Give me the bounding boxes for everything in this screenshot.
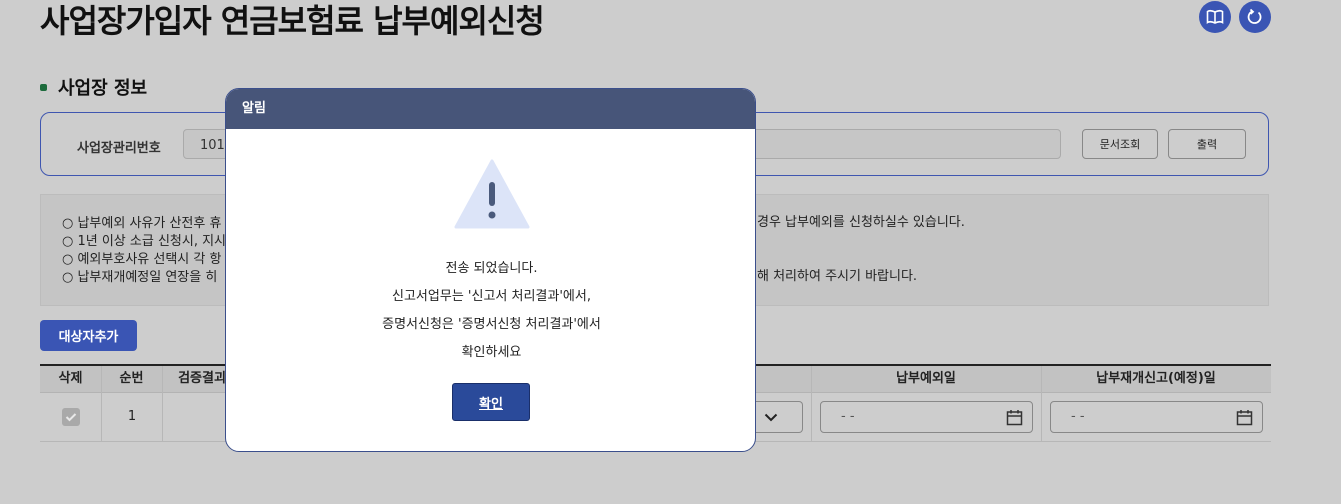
notice-line-tail: [757, 250, 965, 268]
resume-date-input[interactable]: - -: [1050, 401, 1263, 433]
col-delete: 삭제: [58, 371, 83, 386]
dialog-message-line: 전송 되었습니다.: [445, 261, 538, 276]
confirm-button[interactable]: 확인: [452, 383, 530, 421]
refresh-icon: [1247, 8, 1262, 24]
dialog-message-line: 증명서신청은 '증명서신청 처리결과'에서: [382, 317, 601, 332]
business-number-label: 사업장관리번호: [77, 141, 161, 156]
notice-line-tail: [757, 232, 965, 250]
manual-button[interactable]: [1199, 1, 1231, 33]
refresh-button[interactable]: [1239, 1, 1271, 33]
col-divider: [811, 366, 812, 441]
notice-line-tail: 해 처리하여 주시기 바랍니다.: [757, 269, 918, 284]
resume-date-value: - -: [1071, 409, 1085, 424]
section-bullet: [40, 83, 47, 91]
add-target-button[interactable]: 대상자추가: [40, 320, 137, 351]
calendar-icon[interactable]: [1006, 409, 1023, 426]
chevron-down-icon: [764, 413, 778, 421]
notice-line-tail: 경우 납부예외를 신청하실수 있습니다.: [757, 215, 965, 230]
warning-icon: [454, 159, 530, 229]
col-resume-date: 납부재개신고(예정)일: [1096, 371, 1216, 386]
print-button[interactable]: 출력: [1168, 129, 1246, 159]
section-header: 사업장 정보: [40, 74, 147, 100]
page-title: 사업장가입자 연금보험료 납부예외신청: [40, 2, 545, 40]
dialog-title: 알림: [226, 89, 755, 129]
exempt-date-value: - -: [841, 409, 855, 424]
col-number: 순번: [119, 371, 144, 386]
dialog-message-line: 신고서업무는 '신고서 처리결과'에서,: [392, 289, 591, 304]
check-icon: [65, 413, 77, 422]
dialog-message-line: 확인하세요: [461, 345, 522, 360]
doc-lookup-button[interactable]: 문서조회: [1082, 129, 1158, 159]
calendar-icon[interactable]: [1236, 409, 1253, 426]
col-divider: [162, 366, 163, 441]
col-divider: [101, 366, 102, 441]
col-exempt-date: 납부예외일: [896, 371, 956, 386]
exempt-date-input[interactable]: - -: [820, 401, 1033, 433]
alert-dialog: 알림 전송 되었습니다. 신고서업무는 '신고서 처리결과'에서, 증명서신청은…: [225, 88, 756, 452]
row-number: 1: [127, 409, 137, 424]
col-divider: [1041, 366, 1042, 441]
section-title: 사업장 정보: [58, 78, 148, 99]
row-delete-checkbox[interactable]: [62, 408, 80, 426]
book-icon: [1206, 10, 1224, 24]
